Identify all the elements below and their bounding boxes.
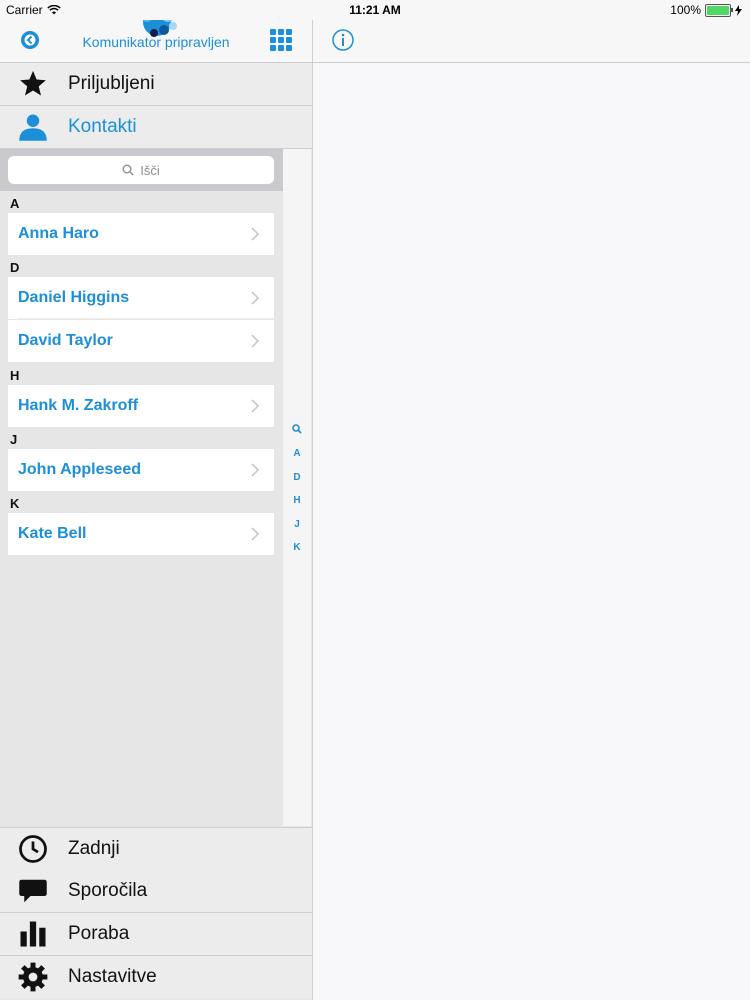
index-letter-j[interactable]: J — [283, 519, 311, 530]
menu-item-settings[interactable]: Nastavitve — [0, 956, 312, 998]
contact-row[interactable]: Kate Bell — [8, 513, 274, 555]
connection-status-title: Komunikator pripravljen — [82, 34, 230, 50]
section-header-a: A — [10, 196, 20, 211]
index-letter-h[interactable]: H — [283, 495, 311, 506]
detail-navbar — [313, 20, 750, 63]
master-pane: Komunikator pripravljen Priljubljeni Kon… — [0, 0, 313, 1000]
contact-row[interactable]: Hank M. Zakroff — [8, 385, 274, 427]
battery-percent: 100% — [670, 3, 701, 17]
gear-icon — [16, 960, 50, 994]
star-icon — [16, 67, 50, 101]
clock-icon — [16, 832, 50, 866]
chevron-right-icon — [251, 291, 260, 305]
detail-pane — [313, 63, 750, 1000]
menu-label-settings: Nastavitve — [68, 966, 157, 987]
contact-row[interactable]: David Taylor — [8, 320, 274, 362]
battery-icon — [705, 3, 733, 17]
chevron-right-icon — [251, 399, 260, 413]
menu-label-favorites: Priljubljeni — [68, 73, 155, 94]
search-placeholder: Išči — [140, 162, 160, 178]
chevron-right-icon — [251, 463, 260, 477]
search-bar-container: Išči — [0, 149, 283, 191]
menu-item-messages[interactable]: Sporočila — [0, 870, 312, 913]
menu-label-messages: Sporočila — [68, 880, 148, 901]
index-letter-k[interactable]: K — [283, 542, 311, 553]
contacts-list[interactable]: Išči A Anna Haro D Daniel Higgins David … — [0, 149, 283, 826]
contact-name: John Appleseed — [18, 461, 141, 478]
search-icon — [122, 164, 134, 176]
section-header-d: D — [10, 260, 20, 275]
chevron-right-icon — [251, 527, 260, 541]
menu-label-recents: Zadnji — [68, 838, 120, 859]
menu-item-favorites[interactable]: Priljubljeni — [0, 63, 312, 106]
battery-status: 100% — [670, 3, 742, 17]
menu-item-usage[interactable]: Poraba — [0, 913, 312, 956]
contact-name: Anna Haro — [18, 225, 99, 242]
contact-name: Daniel Higgins — [18, 289, 130, 306]
info-icon[interactable] — [331, 28, 355, 52]
index-search-icon[interactable] — [292, 424, 302, 434]
contact-name: Hank M. Zakroff — [18, 397, 139, 414]
menu-label-contacts: Kontakti — [68, 116, 137, 137]
clock: 11:21 AM — [349, 3, 401, 17]
menu-item-recents[interactable]: Zadnji — [0, 827, 312, 871]
status-bar: Carrier 11:21 AM 100% — [0, 0, 750, 20]
menu-item-contacts[interactable]: Kontakti — [0, 106, 312, 149]
section-header-k: K — [10, 496, 20, 511]
back-circle-icon[interactable] — [18, 28, 42, 52]
chat-bubble-icon — [16, 874, 50, 908]
section-header-h: H — [10, 368, 20, 383]
contact-row[interactable]: Daniel Higgins — [8, 277, 274, 319]
index-letter-d[interactable]: D — [283, 472, 311, 483]
menu-label-usage: Poraba — [68, 923, 130, 944]
bar-chart-icon — [16, 917, 50, 951]
charging-icon — [735, 4, 742, 16]
contact-row[interactable]: John Appleseed — [8, 449, 274, 491]
section-index[interactable]: A D H J K — [283, 149, 311, 826]
chevron-right-icon — [251, 334, 260, 348]
search-input[interactable]: Išči — [8, 156, 274, 184]
contact-name: Kate Bell — [18, 525, 87, 542]
contact-name: David Taylor — [18, 332, 113, 349]
apps-grid-icon[interactable] — [270, 29, 292, 51]
section-header-j: J — [10, 432, 18, 447]
contact-row[interactable]: Anna Haro — [8, 213, 274, 255]
person-icon — [16, 110, 50, 144]
master-navbar: Komunikator pripravljen — [0, 8, 312, 63]
chevron-right-icon — [251, 227, 260, 241]
index-letter-a[interactable]: A — [283, 448, 311, 459]
